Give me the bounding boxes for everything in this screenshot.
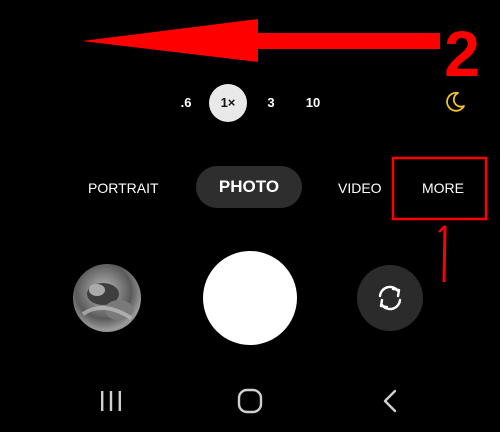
- camera-flip-icon: [378, 285, 402, 311]
- gallery-preview-image: [81, 283, 133, 320]
- annotation-number-1: [438, 225, 447, 283]
- annotation-overlay: 2: [82, 18, 488, 283]
- home-icon[interactable]: [236, 387, 264, 415]
- gallery-thumbnail[interactable]: [73, 264, 141, 332]
- zoom-option-3[interactable]: 3: [262, 88, 280, 118]
- zoom-option-1x-selected[interactable]: 1×: [209, 84, 247, 122]
- zoom-option-0.6[interactable]: .6: [176, 88, 196, 118]
- switch-camera-button[interactable]: [357, 265, 423, 331]
- annotation-arrow: [82, 19, 440, 62]
- mode-video[interactable]: VIDEO: [338, 176, 382, 200]
- annotation-number-2: 2: [444, 18, 480, 90]
- mode-more[interactable]: MORE: [422, 176, 464, 200]
- mode-photo-selected[interactable]: PHOTO: [196, 166, 302, 208]
- recents-icon[interactable]: [98, 388, 124, 414]
- zoom-option-10[interactable]: 10: [301, 88, 325, 118]
- back-icon[interactable]: [380, 388, 402, 414]
- mode-portrait[interactable]: PORTRAIT: [88, 176, 159, 200]
- crescent-moon-icon[interactable]: [443, 90, 467, 114]
- shutter-button[interactable]: [203, 251, 297, 345]
